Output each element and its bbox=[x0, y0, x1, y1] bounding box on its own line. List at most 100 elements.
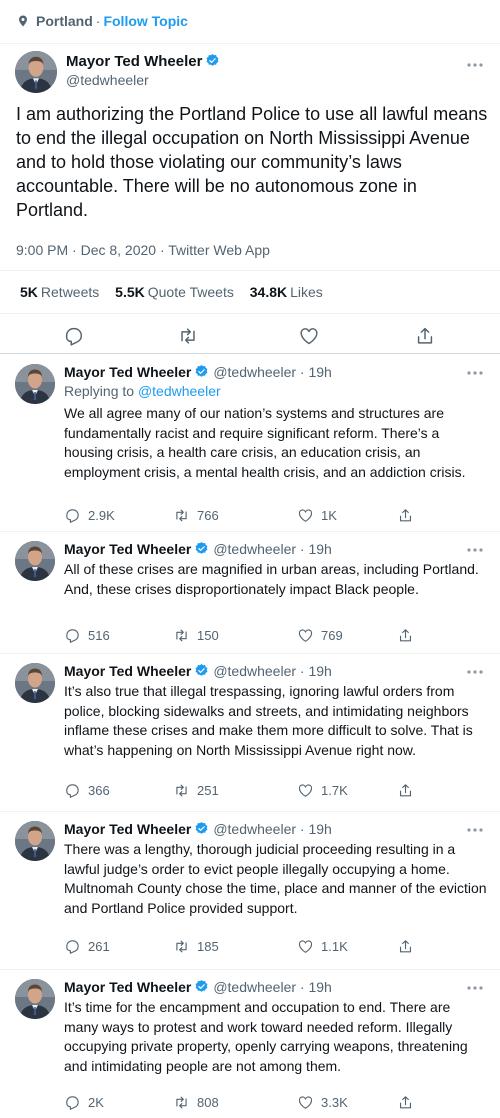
share-button[interactable] bbox=[397, 936, 421, 956]
more-options-icon[interactable] bbox=[466, 827, 484, 833]
more-options-icon[interactable] bbox=[466, 370, 484, 376]
retweet-icon bbox=[173, 938, 190, 955]
tweet-text: I am authorizing the Portland Police to … bbox=[16, 104, 488, 220]
reply-actions: 516 150 769 bbox=[64, 625, 484, 645]
like-icon bbox=[297, 627, 314, 644]
more-options-icon[interactable] bbox=[466, 985, 484, 991]
reply-button[interactable]: 2K bbox=[64, 1092, 104, 1112]
retweet-icon bbox=[173, 782, 190, 799]
reply-time[interactable]: · 19h bbox=[300, 663, 332, 679]
author-name[interactable]: Mayor Ted Wheeler bbox=[64, 979, 191, 995]
author-name[interactable]: Mayor Ted Wheeler bbox=[66, 53, 220, 70]
share-button[interactable] bbox=[397, 625, 421, 645]
avatar[interactable] bbox=[15, 541, 55, 581]
reply-time[interactable]: · 19h bbox=[300, 979, 332, 995]
like-icon[interactable] bbox=[298, 325, 320, 347]
like-count: 769 bbox=[321, 627, 343, 643]
retweet-icon bbox=[173, 1094, 190, 1111]
author-name[interactable]: Mayor Ted Wheeler bbox=[64, 663, 191, 679]
avatar[interactable] bbox=[15, 821, 55, 861]
reply-button[interactable]: 2.9K bbox=[64, 505, 115, 525]
like-button[interactable]: 1.7K bbox=[297, 780, 348, 800]
author-handle[interactable]: @tedwheeler bbox=[66, 72, 149, 88]
share-button[interactable] bbox=[397, 505, 421, 525]
author-name[interactable]: Mayor Ted Wheeler bbox=[64, 821, 191, 837]
reply-tweet[interactable]: Mayor Ted Wheeler @tedwheeler · 19h There… bbox=[0, 813, 500, 970]
more-options-icon[interactable] bbox=[466, 547, 484, 553]
reply-header: Mayor Ted Wheeler @tedwheeler · 19h bbox=[64, 663, 332, 679]
author-handle[interactable]: @tedwheeler bbox=[213, 979, 296, 995]
retweets-stat[interactable]: 5K Retweets bbox=[20, 284, 99, 300]
author-name[interactable]: Mayor Ted Wheeler bbox=[64, 541, 191, 557]
retweet-count: 251 bbox=[197, 782, 219, 798]
author-name[interactable]: Mayor Ted Wheeler bbox=[64, 364, 191, 380]
more-options-icon[interactable] bbox=[466, 62, 484, 68]
reply-time[interactable]: · 19h bbox=[300, 364, 332, 380]
verified-badge-icon bbox=[205, 53, 220, 68]
like-button[interactable]: 3.3K bbox=[297, 1092, 348, 1112]
likes-count: 34.8K bbox=[249, 284, 288, 300]
retweet-button[interactable]: 808 bbox=[173, 1092, 219, 1112]
tweet-timestamp[interactable]: 9:00 PM · Dec 8, 2020 · Twitter Web App bbox=[16, 242, 270, 258]
reply-button[interactable]: 366 bbox=[64, 780, 110, 800]
retweet-button[interactable]: 251 bbox=[173, 780, 219, 800]
reply-header: Mayor Ted Wheeler @tedwheeler · 19h bbox=[64, 541, 332, 557]
verified-badge-icon bbox=[194, 541, 209, 556]
reply-tweet[interactable]: Mayor Ted Wheeler @tedwheeler · 19h Reply… bbox=[0, 356, 500, 532]
reply-tweet[interactable]: Mayor Ted Wheeler @tedwheeler · 19h All o… bbox=[0, 533, 500, 654]
reply-time[interactable]: · 19h bbox=[300, 821, 332, 837]
reply-button[interactable]: 516 bbox=[64, 625, 110, 645]
author-handle[interactable]: @tedwheeler bbox=[213, 541, 296, 557]
reply-icon bbox=[64, 1094, 81, 1111]
share-button[interactable] bbox=[397, 1092, 421, 1112]
tweet-actions bbox=[0, 316, 500, 354]
like-button[interactable]: 1.1K bbox=[297, 936, 348, 956]
reply-count: 516 bbox=[88, 627, 110, 643]
reply-icon[interactable] bbox=[63, 325, 85, 347]
reply-header: Mayor Ted Wheeler @tedwheeler · 19h bbox=[64, 979, 332, 995]
reply-icon bbox=[64, 938, 81, 955]
more-options-icon[interactable] bbox=[466, 669, 484, 675]
tweet-stats: 5K Retweets 5.5K Quote Tweets 34.8K Likes bbox=[0, 270, 500, 314]
share-button[interactable] bbox=[397, 780, 421, 800]
quotes-label: Quote Tweets bbox=[147, 284, 234, 300]
retweet-icon[interactable] bbox=[177, 325, 199, 347]
avatar[interactable] bbox=[15, 364, 55, 404]
replying-to-handle[interactable]: @tedwheeler bbox=[138, 383, 221, 399]
author-handle[interactable]: @tedwheeler bbox=[213, 364, 296, 380]
avatar[interactable] bbox=[15, 51, 57, 93]
follow-topic-link[interactable]: Follow Topic bbox=[103, 13, 188, 29]
retweet-button[interactable]: 185 bbox=[173, 936, 219, 956]
reply-tweet[interactable]: Mayor Ted Wheeler @tedwheeler · 19h It’s … bbox=[0, 655, 500, 812]
retweet-button[interactable]: 766 bbox=[173, 505, 219, 525]
quote-tweets-stat[interactable]: 5.5K Quote Tweets bbox=[115, 284, 234, 300]
quotes-count: 5.5K bbox=[115, 284, 145, 300]
reply-text: We all agree many of our nation’s system… bbox=[64, 405, 466, 480]
like-button[interactable]: 1K bbox=[297, 505, 337, 525]
reply-count: 2K bbox=[88, 1094, 104, 1110]
retweet-count: 150 bbox=[197, 627, 219, 643]
author-handle[interactable]: @tedwheeler bbox=[213, 821, 296, 837]
reply-button[interactable]: 261 bbox=[64, 936, 110, 956]
reply-time[interactable]: · 19h bbox=[300, 541, 332, 557]
retweet-button[interactable]: 150 bbox=[173, 625, 219, 645]
like-count: 1.7K bbox=[321, 782, 348, 798]
reply-actions: 261 185 1.1K bbox=[64, 936, 484, 956]
reply-tweet[interactable]: Mayor Ted Wheeler @tedwheeler · 19h It’s … bbox=[0, 971, 500, 1118]
topic-header: Portland · Follow Topic bbox=[0, 0, 500, 44]
like-icon bbox=[297, 507, 314, 524]
reply-header: Mayor Ted Wheeler @tedwheeler · 19h bbox=[64, 364, 332, 380]
reply-count: 2.9K bbox=[88, 507, 115, 523]
author-handle[interactable]: @tedwheeler bbox=[213, 663, 296, 679]
share-icon bbox=[397, 507, 414, 524]
share-icon[interactable] bbox=[414, 325, 436, 347]
avatar[interactable] bbox=[15, 663, 55, 703]
topic-name[interactable]: Portland bbox=[36, 13, 93, 29]
likes-stat[interactable]: 34.8K Likes bbox=[250, 284, 323, 300]
like-count: 1K bbox=[321, 507, 337, 523]
like-count: 3.3K bbox=[321, 1094, 348, 1110]
location-pin-icon bbox=[19, 15, 27, 27]
author-name-text[interactable]: Mayor Ted Wheeler bbox=[66, 53, 202, 70]
like-button[interactable]: 769 bbox=[297, 625, 343, 645]
avatar[interactable] bbox=[15, 979, 55, 1019]
